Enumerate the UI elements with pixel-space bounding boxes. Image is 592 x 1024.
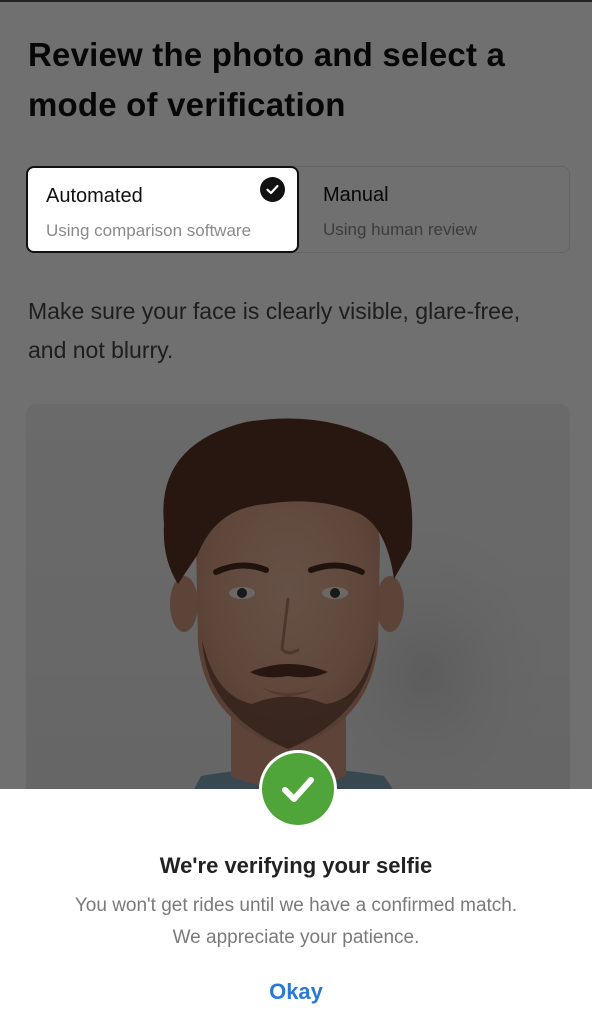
screen: Review the photo and select a mode of ve… [0,0,592,1024]
check-circle-icon [262,753,334,825]
mode-option-manual[interactable]: Manual Using human review [294,166,570,253]
mode-option-description: Using comparison software [46,221,252,240]
success-badge [259,750,337,828]
mode-selector: Automated Using comparison software Manu… [26,166,570,255]
mode-option-label: Automated [46,185,143,207]
mode-option-automated[interactable]: Automated Using comparison software [26,166,299,253]
mode-option-label: Manual [323,184,389,206]
okay-button[interactable]: Okay [236,974,356,1010]
selected-check-icon [260,177,285,202]
photo-instruction: Make sure your face is clearly visible, … [28,298,521,363]
dialog-message: You won't get rides until we have a conf… [74,895,518,948]
dialog-title: We're verifying your selfie [159,853,433,878]
page-title: Review the photo and select a mode of ve… [28,36,506,123]
mode-option-description: Using human review [323,220,478,239]
status-edge [0,0,592,2]
